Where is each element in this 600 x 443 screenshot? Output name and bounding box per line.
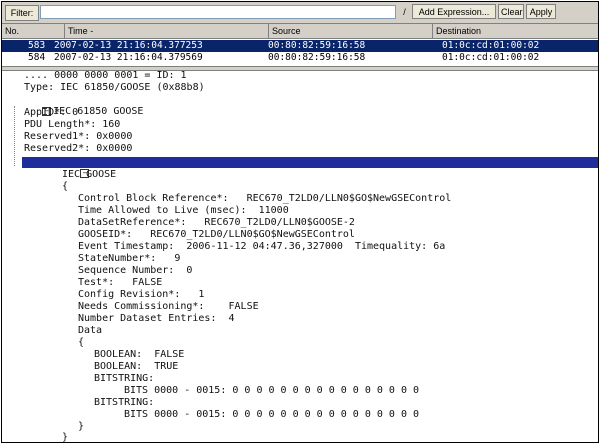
time-allowed-to-live-field[interactable]: Time Allowed to Live (msec): 11000 [78,205,289,217]
bits-value-1[interactable]: BITS 0000 - 0015: 0 0 0 0 0 0 0 0 0 0 0 … [124,385,419,397]
clear-button[interactable]: Clear [498,4,524,19]
goose-id-field[interactable]: GOOSEID*: REC670_T2LD0/LLN0$GO$NewGSECon… [78,229,355,241]
packet-source: 00:80:82:59:16:58 [268,40,366,51]
sequence-number-field[interactable]: Sequence Number: 0 [78,265,192,277]
goose-tree-node[interactable]: − IEC 61850 GOOSE [6,94,143,117]
bitstring-entry-1[interactable]: BITSTRING: [94,373,154,385]
filter-dropdown-button[interactable]: / [399,5,410,19]
needs-commissioning-field[interactable]: Needs Commissioning*: FALSE [78,301,259,313]
packet-time: 2007-02-13 21:16:04.379569 [54,52,203,63]
number-dataset-entries-field[interactable]: Number Dataset Entries: 4 [78,313,235,325]
close-brace: } [62,432,69,442]
packet-destination: 01:0c:cd:01:00:02 [442,40,540,51]
dataset-reference-field[interactable]: DataSetReference*: REC670_T2LD0/LLN0$GOO… [78,217,355,229]
id-field[interactable]: .... 0000 0000 0001 = ID: 1 [24,70,187,82]
data-close-brace: } [78,421,85,432]
reserved2-field[interactable]: Reserved2*: 0x0000 [24,143,132,155]
boolean-entry-2[interactable]: BOOLEAN: TRUE [94,361,178,373]
pdu-tree-node[interactable]: − PDU [22,157,598,179]
apply-button[interactable]: Apply [526,4,556,19]
test-field[interactable]: Test*: FALSE [78,277,162,289]
column-header-destination[interactable]: Destination [433,24,598,38]
data-label: Data [78,325,103,336]
appid-field[interactable]: AppID*: 0 [24,107,78,119]
pdu-length-field[interactable]: PDU Length*: 160 [24,119,120,131]
sort-indicator-icon: - [90,26,94,36]
packet-row-583[interactable]: 583 2007-02-13 21:16:04.377253 00:80:82:… [2,40,598,52]
type-field[interactable]: Type: IEC 61850/GOOSE (0x88b8) [24,82,205,94]
state-number-field[interactable]: StateNumber*: 9 [78,253,180,265]
packet-destination: 01:0c:cd:01:00:02 [442,52,540,63]
data-open-brace: { [78,337,85,348]
packet-capture-window: Filter: / Add Expression... Clear Apply … [1,1,599,443]
packet-list-header: No. Time - Source Destination [2,24,598,39]
control-block-reference-field[interactable]: Control Block Reference*: REC670_T2LD0/L… [78,193,451,205]
packet-detail-tree: .... 0000 0000 0001 = ID: 1 Type: IEC 61… [2,70,598,442]
column-header-no[interactable]: No. [2,24,65,38]
boolean-entry-1[interactable]: BOOLEAN: FALSE [94,349,184,361]
column-header-source[interactable]: Source [269,24,433,38]
filter-toolbar: Filter: / Add Expression... Clear Apply [2,2,598,24]
reserved1-field[interactable]: Reserved1*: 0x0000 [24,131,132,143]
iec-goose-label: IEC GOOSE [62,169,117,180]
open-brace: { [62,181,69,192]
packet-row-584[interactable]: 584 2007-02-13 21:16:04.379569 00:80:82:… [2,52,598,64]
packet-time: 2007-02-13 21:16:04.377253 [54,40,203,51]
bitstring-entry-2[interactable]: BITSTRING: [94,397,154,409]
config-revision-field[interactable]: Config Revision*: 1 [78,289,204,301]
add-expression-button[interactable]: Add Expression... [412,4,496,19]
event-timestamp-field[interactable]: Event Timestamp: 2006-11-12 04:47.36,327… [78,241,445,253]
column-header-time-label: Time [68,26,88,36]
filter-input[interactable] [40,5,396,19]
bits-value-2[interactable]: BITS 0000 - 0015: 0 0 0 0 0 0 0 0 0 0 0 … [124,409,419,421]
filter-button[interactable]: Filter: [5,5,39,21]
column-header-time[interactable]: Time - [65,24,269,38]
packet-source: 00:80:82:59:16:58 [268,52,366,63]
